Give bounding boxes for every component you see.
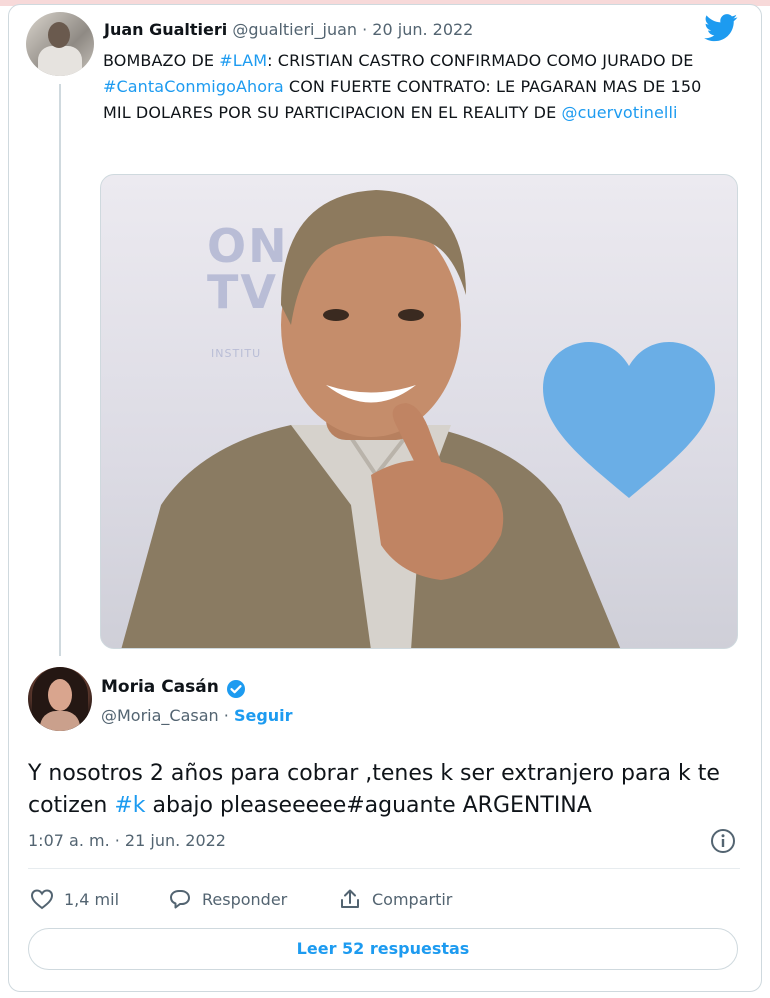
verified-badge-icon <box>227 680 245 698</box>
avatar-juan-gualtieri[interactable] <box>26 12 94 76</box>
avatar-moria-casan[interactable] <box>28 667 92 731</box>
twitter-bird-icon[interactable] <box>704 14 738 42</box>
tweet-date[interactable]: 20 jun. 2022 <box>372 20 473 39</box>
actions-divider <box>28 868 740 869</box>
reply-author-name[interactable]: Moria Casán <box>101 677 219 697</box>
heart-icon <box>543 342 715 498</box>
share-button[interactable]: Compartir <box>338 888 452 910</box>
like-button[interactable]: 1,4 mil <box>30 888 119 910</box>
hashtag-link[interactable]: #LAM <box>219 51 267 70</box>
tweet-text-segment: BOMBAZO DE <box>103 51 220 70</box>
reply-icon <box>170 890 190 909</box>
read-replies-button[interactable]: Leer 52 respuestas <box>28 928 738 970</box>
original-tweet-header: Juan Gualtieri @gualtieri_juan · 20 jun.… <box>104 20 473 39</box>
tweet-media-image[interactable]: ON TV INSTITU <box>100 174 738 649</box>
mention-link[interactable]: @cuervotinelli <box>562 103 678 122</box>
tweet-text-segment: abajo pleaseeeee#aguante ARGENTINA <box>145 793 592 818</box>
reply-timestamp[interactable]: 1:07 a. m. · 21 jun. 2022 <box>28 831 226 850</box>
reply-author-handle[interactable]: @Moria_Casan <box>101 706 219 725</box>
author-handle[interactable]: @gualtieri_juan <box>232 20 357 39</box>
separator-dot: · <box>223 706 234 725</box>
share-icon <box>341 889 359 908</box>
share-label: Compartir <box>372 889 453 909</box>
thread-line <box>59 84 61 656</box>
separator-dot: · <box>362 20 373 39</box>
like-count: 1,4 mil <box>64 889 120 909</box>
hashtag-link[interactable]: #CantaConmigoAhora <box>103 77 284 96</box>
reply-tweet-text: Y nosotros 2 años para cobrar ,tenes k s… <box>28 758 738 822</box>
hashtag-link[interactable]: #k <box>114 793 145 818</box>
info-icon[interactable] <box>710 828 736 854</box>
author-name[interactable]: Juan Gualtieri <box>104 20 227 39</box>
reply-label: Responder <box>202 889 288 909</box>
tweet-text-segment: : CRISTIAN CASTRO CONFIRMADO COMO JURADO… <box>267 51 694 70</box>
original-tweet-text: BOMBAZO DE #LAM: CRISTIAN CASTRO CONFIRM… <box>103 48 733 126</box>
follow-button[interactable]: Seguir <box>234 706 293 725</box>
reply-author-handle-row: @Moria_Casan · Seguir <box>101 706 293 725</box>
reply-button[interactable]: Responder <box>168 888 287 910</box>
heart-outline-icon <box>30 889 54 910</box>
